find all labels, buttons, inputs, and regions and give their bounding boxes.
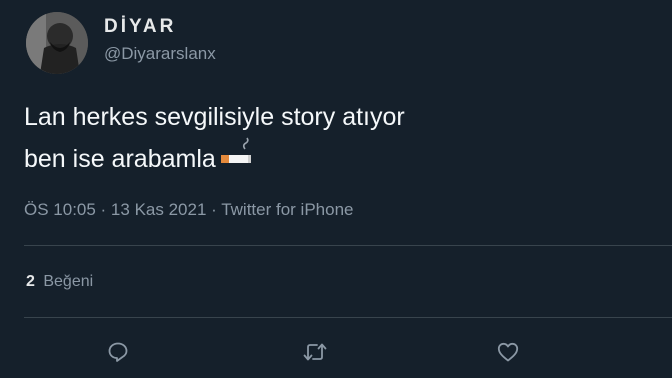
cigarette-icon — [220, 135, 254, 179]
reply-icon — [108, 342, 128, 362]
retweet-icon — [303, 343, 327, 361]
retweet-button[interactable] — [301, 338, 329, 366]
avatar[interactable] — [26, 12, 88, 74]
tweet-text-fragment: ben ise arabamla — [24, 145, 216, 173]
tweet-text: Lan herkes sevgilisiyle story atıyor ben… — [24, 100, 624, 179]
likes-count: 2 — [26, 273, 35, 290]
likes-stat[interactable]: 2 Beğeni — [26, 273, 93, 291]
profile-photo — [26, 12, 88, 74]
like-button[interactable] — [494, 338, 522, 366]
tweet-text-line: Lan herkes sevgilisiyle story atıyor — [24, 103, 405, 131]
divider — [24, 245, 672, 246]
display-name[interactable]: DİYAR — [104, 16, 176, 38]
tweet-text-line: ben ise arabamla — [24, 135, 624, 179]
reply-button[interactable] — [104, 338, 132, 366]
likes-label: Beğeni — [43, 273, 94, 290]
heart-icon — [497, 342, 519, 362]
tweet-timestamp[interactable]: ÖS 10:05 · 13 Kas 2021 · Twitter for iPh… — [24, 200, 353, 220]
divider — [24, 317, 672, 318]
user-handle[interactable]: @Diyararslanx — [104, 44, 216, 64]
